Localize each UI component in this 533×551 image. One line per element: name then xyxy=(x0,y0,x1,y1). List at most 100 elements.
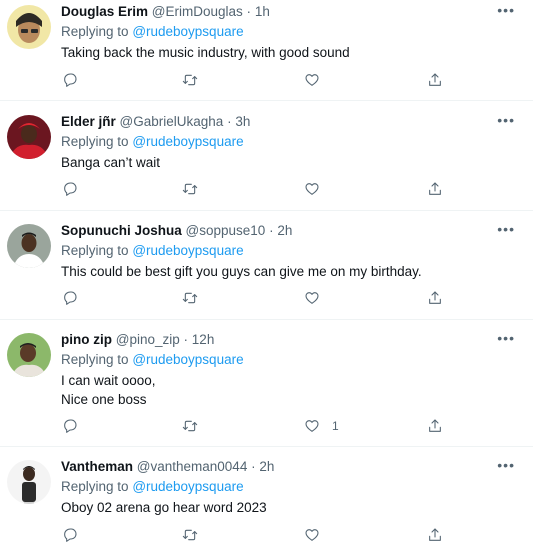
like-button[interactable] xyxy=(304,70,332,90)
reply-tweet[interactable]: Elder jñr @GabrielUkagha · 3h Replying t… xyxy=(0,110,533,211)
retweet-button[interactable] xyxy=(182,70,198,90)
tweet-header: Sopunuchi Joshua @soppuse10 · 2h xyxy=(61,223,292,239)
retweet-button[interactable] xyxy=(182,179,198,199)
replying-to: Replying to @rudeboypsquare xyxy=(61,352,244,368)
heart-icon xyxy=(305,292,319,304)
like-button[interactable] xyxy=(304,288,332,308)
user-handle[interactable]: @vantheman0044 xyxy=(137,459,248,474)
reply-tweet[interactable]: Vantheman @vantheman0044 · 2h Replying t… xyxy=(0,455,533,551)
action-bar xyxy=(61,288,533,308)
replying-to: Replying to @rudeboypsquare xyxy=(61,243,244,259)
action-bar: 1 xyxy=(61,416,533,436)
avatar[interactable] xyxy=(7,460,51,504)
mention-link[interactable]: @rudeboypsquare xyxy=(132,479,243,494)
user-handle[interactable]: @ErimDouglas xyxy=(152,4,243,19)
reply-feed: Douglas Erim @ErimDouglas · 1h Replying … xyxy=(0,0,533,551)
tweet-header: Elder jñr @GabrielUkagha · 3h xyxy=(61,114,250,130)
timestamp[interactable]: 3h xyxy=(235,114,250,129)
display-name[interactable]: pino zip xyxy=(61,332,112,347)
mention-link[interactable]: @rudeboypsquare xyxy=(132,24,243,39)
tweet-header: pino zip @pino_zip · 12h xyxy=(61,332,214,348)
more-options-button[interactable]: ••• xyxy=(497,2,515,18)
replying-label: Replying to xyxy=(61,24,129,39)
share-button[interactable] xyxy=(427,416,443,436)
replying-label: Replying to xyxy=(61,479,129,494)
share-button[interactable] xyxy=(427,288,443,308)
more-horizontal-icon: ••• xyxy=(497,2,515,18)
more-horizontal-icon: ••• xyxy=(497,330,515,346)
tweet-header: Vantheman @vantheman0044 · 2h xyxy=(61,459,274,475)
separator-dot: · xyxy=(246,4,252,19)
like-button[interactable] xyxy=(304,179,332,199)
replying-label: Replying to xyxy=(61,243,129,258)
display-name[interactable]: Douglas Erim xyxy=(61,4,148,19)
retweet-button[interactable] xyxy=(182,525,198,545)
mention-link[interactable]: @rudeboypsquare xyxy=(132,243,243,258)
tweet-header: Douglas Erim @ErimDouglas · 1h xyxy=(61,4,270,20)
separator-dot: · xyxy=(183,332,189,347)
user-handle[interactable]: @GabrielUkagha xyxy=(120,114,224,129)
reply-icon xyxy=(64,182,77,196)
tweet-text: This could be best gift you guys can giv… xyxy=(61,264,422,279)
display-name[interactable]: Elder jñr xyxy=(61,114,116,129)
timestamp[interactable]: 2h xyxy=(277,223,292,238)
heart-icon xyxy=(305,74,319,86)
action-bar xyxy=(61,179,533,199)
reply-tweet[interactable]: Sopunuchi Joshua @soppuse10 · 2h Replyin… xyxy=(0,219,533,320)
heart-icon xyxy=(305,420,319,432)
retweet-icon xyxy=(182,420,198,432)
reply-icon xyxy=(64,291,77,305)
display-name[interactable]: Vantheman xyxy=(61,459,133,474)
share-icon xyxy=(429,291,441,304)
timestamp[interactable]: 1h xyxy=(255,4,270,19)
user-handle[interactable]: @soppuse10 xyxy=(186,223,266,238)
retweet-icon xyxy=(182,74,198,86)
reply-tweet[interactable]: Douglas Erim @ErimDouglas · 1h Replying … xyxy=(0,0,533,101)
timestamp[interactable]: 2h xyxy=(259,459,274,474)
tweet-text: I can wait oooo, Nice one boss xyxy=(61,373,156,407)
more-options-button[interactable]: ••• xyxy=(497,457,515,473)
display-name[interactable]: Sopunuchi Joshua xyxy=(61,223,182,238)
retweet-button[interactable] xyxy=(182,288,198,308)
share-button[interactable] xyxy=(427,70,443,90)
more-horizontal-icon: ••• xyxy=(497,221,515,237)
retweet-button[interactable] xyxy=(182,416,198,436)
like-button[interactable]: 1 xyxy=(304,416,339,436)
mention-link[interactable]: @rudeboypsquare xyxy=(132,134,243,149)
like-button[interactable] xyxy=(304,525,332,545)
separator-dot: · xyxy=(269,223,274,238)
share-icon xyxy=(429,73,441,86)
share-button[interactable] xyxy=(427,525,443,545)
reply-tweet[interactable]: pino zip @pino_zip · 12h Replying to @ru… xyxy=(0,328,533,447)
avatar[interactable] xyxy=(7,5,51,49)
replying-to: Replying to @rudeboypsquare xyxy=(61,479,244,495)
retweet-icon xyxy=(182,292,198,304)
separator-dot: · xyxy=(251,459,256,474)
avatar[interactable] xyxy=(7,333,51,377)
more-horizontal-icon: ••• xyxy=(497,112,515,128)
reply-button[interactable] xyxy=(62,288,78,308)
replying-to: Replying to @rudeboypsquare xyxy=(61,134,244,150)
avatar[interactable] xyxy=(7,224,51,268)
reply-button[interactable] xyxy=(62,70,78,90)
tweet-text: Taking back the music industry, with goo… xyxy=(61,45,350,60)
mention-link[interactable]: @rudeboypsquare xyxy=(132,352,243,367)
replying-label: Replying to xyxy=(61,352,129,367)
reply-button[interactable] xyxy=(62,525,78,545)
retweet-icon xyxy=(182,529,198,541)
timestamp[interactable]: 12h xyxy=(192,332,215,347)
avatar[interactable] xyxy=(7,115,51,159)
replying-label: Replying to xyxy=(61,134,129,149)
more-horizontal-icon: ••• xyxy=(497,457,515,473)
heart-icon xyxy=(305,529,319,541)
reply-button[interactable] xyxy=(62,179,78,199)
separator-dot: · xyxy=(227,114,232,129)
more-options-button[interactable]: ••• xyxy=(497,112,515,128)
more-options-button[interactable]: ••• xyxy=(497,221,515,237)
more-options-button[interactable]: ••• xyxy=(497,330,515,346)
user-handle[interactable]: @pino_zip xyxy=(116,332,180,347)
share-button[interactable] xyxy=(427,179,443,199)
retweet-icon xyxy=(182,183,198,195)
reply-button[interactable] xyxy=(62,416,78,436)
reply-icon xyxy=(64,528,77,542)
